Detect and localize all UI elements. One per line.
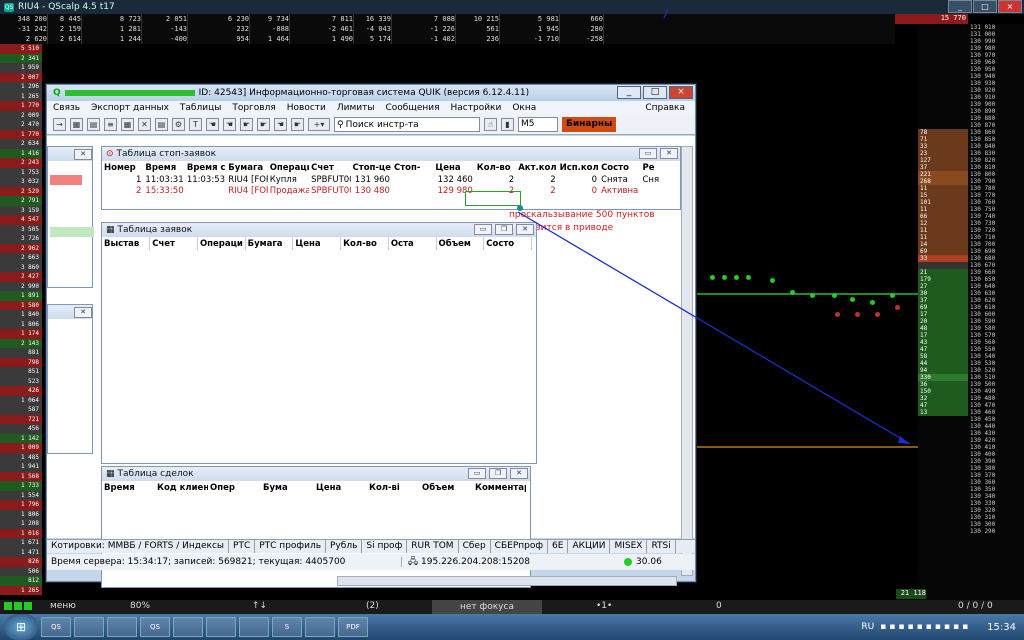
- chart-dot: [835, 312, 840, 317]
- taskbar-app-button[interactable]: QS: [140, 617, 170, 637]
- chart-dot: [832, 293, 837, 298]
- task-list: QS QS S PDF: [38, 617, 368, 637]
- windows-taskbar: ⊞ QS QS S PDF RU ▪▪▪▪▪▪▪▪▪▪ 15:34: [0, 614, 1024, 640]
- taskbar-app-button[interactable]: S: [272, 617, 302, 637]
- page-indicator: •1•: [596, 601, 613, 611]
- chart-dot: [710, 275, 715, 280]
- clock: 15:34: [987, 621, 1016, 633]
- menu-button[interactable]: меню: [50, 601, 76, 611]
- chart-dot: [875, 312, 880, 317]
- taskbar-app-button[interactable]: [206, 617, 236, 637]
- position-counts: 0 / 0 / 0: [958, 601, 993, 611]
- chart-dot: [890, 293, 895, 298]
- taskbar-app-button[interactable]: [239, 617, 269, 637]
- scroll-arrows[interactable]: ↑↓: [252, 601, 267, 611]
- chart-dot: [790, 290, 795, 295]
- chart-dot: [810, 293, 815, 298]
- zero-value: 0: [716, 601, 722, 611]
- count-indicator: (2): [366, 601, 379, 611]
- chart-dot: [770, 278, 775, 283]
- zoom-level: 80%: [130, 601, 151, 611]
- taskbar-app-button[interactable]: [305, 617, 335, 637]
- taskbar-app-button[interactable]: [107, 617, 137, 637]
- system-tray: RU ▪▪▪▪▪▪▪▪▪▪ 15:34: [861, 614, 1024, 640]
- chart-dot: [870, 300, 875, 305]
- chart-dot: [722, 275, 727, 280]
- chart-dot: [746, 275, 751, 280]
- annotation-arrow: [517, 8, 911, 445]
- start-button[interactable]: ⊞: [4, 614, 38, 640]
- chart-dot: [895, 305, 900, 310]
- taskbar-app-button[interactable]: [173, 617, 203, 637]
- language-indicator[interactable]: RU: [861, 622, 874, 632]
- focus-status: нет фокуса: [432, 600, 542, 614]
- tray-icons: ▪▪▪▪▪▪▪▪▪▪: [880, 622, 972, 632]
- taskbar-app-button[interactable]: QS: [41, 617, 71, 637]
- chart-dot: [850, 297, 855, 302]
- qscalp-bottom-bar: меню 80% ↑↓ (2) нет фокуса •1• 0 0 / 0 /…: [0, 600, 1024, 614]
- ladder-total: 21 118: [896, 589, 926, 599]
- taskbar-app-button[interactable]: [74, 617, 104, 637]
- bottom-indicators: [4, 602, 32, 610]
- taskbar-app-button[interactable]: PDF: [338, 617, 368, 637]
- chart-dot: [855, 312, 860, 317]
- chart-dot: [734, 275, 739, 280]
